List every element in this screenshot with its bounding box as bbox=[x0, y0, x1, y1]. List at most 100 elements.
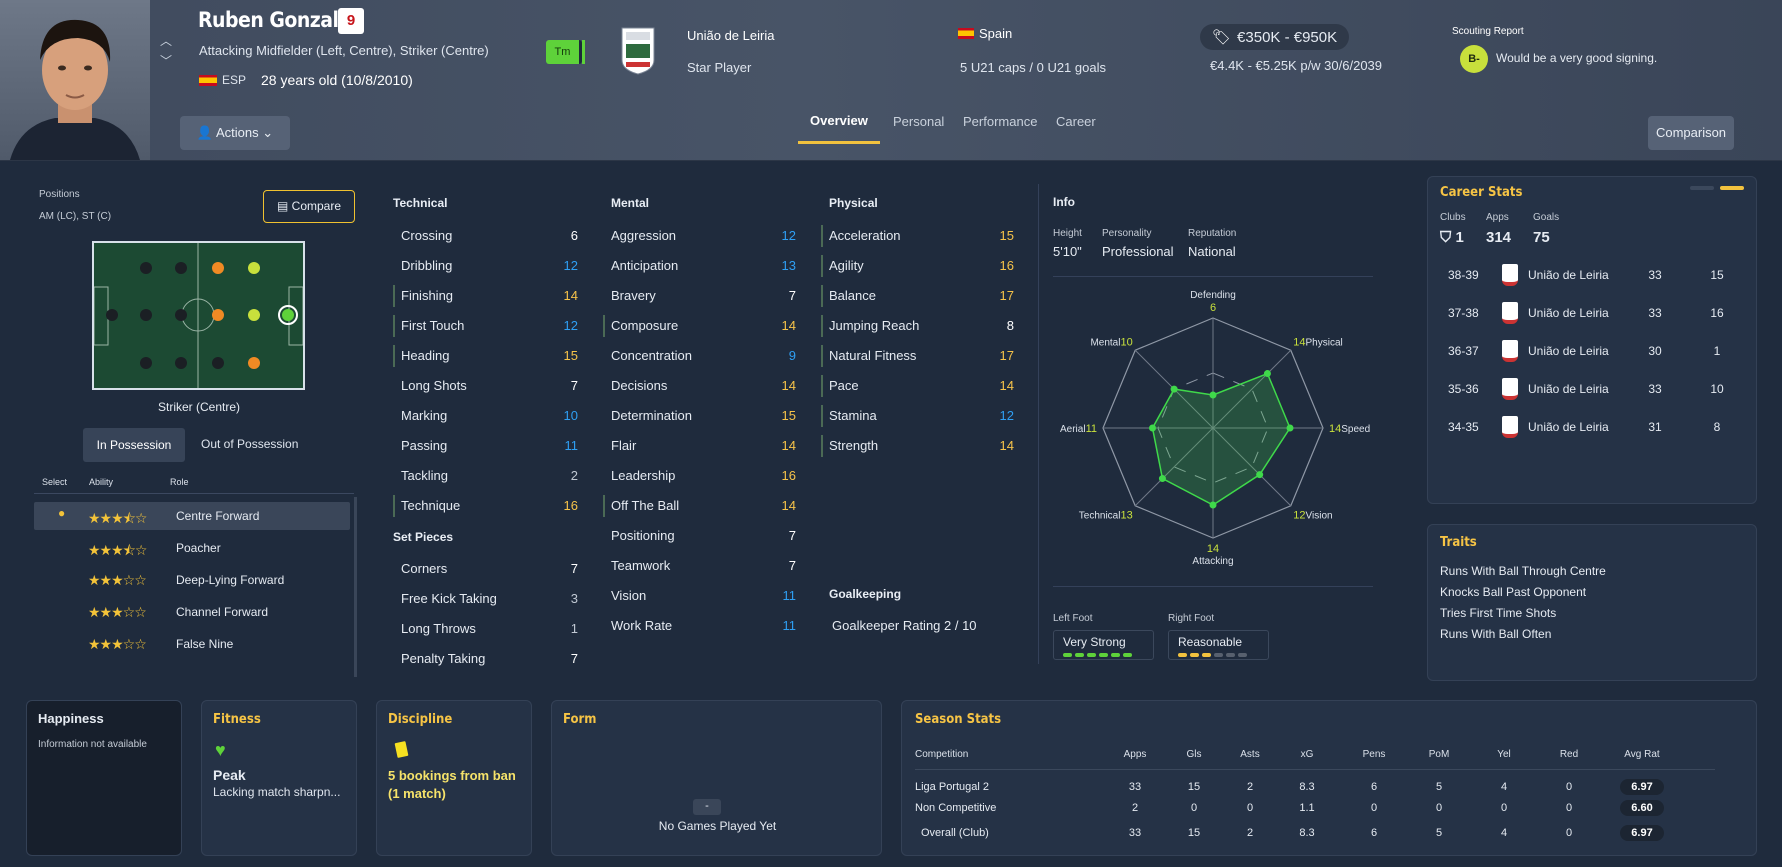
role-row[interactable]: ● ★★★⯪☆ Centre Forward bbox=[34, 502, 350, 530]
competition-name[interactable]: Non Competitive bbox=[915, 802, 996, 814]
attribute-row[interactable]: Off The Ball 14 bbox=[603, 493, 796, 519]
career-season-row[interactable]: 34-35 União de Leiria 31 8 bbox=[1440, 413, 1746, 443]
season-goals: 16 bbox=[1710, 306, 1724, 320]
attribute-row[interactable]: Determination 15 bbox=[603, 403, 796, 429]
attribute-row[interactable]: Aggression 12 bbox=[603, 223, 796, 249]
attribute-row[interactable]: Dribbling 12 bbox=[393, 253, 578, 279]
info-title: Info bbox=[1053, 195, 1075, 209]
attribute-row[interactable]: Natural Fitness 17 bbox=[821, 343, 1014, 369]
attribute-row[interactable]: Corners 7 bbox=[393, 556, 578, 582]
attribute-row[interactable]: Long Shots 7 bbox=[393, 373, 578, 399]
attribute-row[interactable]: Free Kick Taking 3 bbox=[393, 586, 578, 612]
attribute-name: Dribbling bbox=[401, 258, 453, 273]
attribute-row[interactable]: Decisions 14 bbox=[603, 373, 796, 399]
attribute-row[interactable]: Teamwork 7 bbox=[603, 553, 796, 579]
roles-scrollbar[interactable] bbox=[354, 497, 357, 677]
season-stat-cell: 15 bbox=[1187, 827, 1201, 839]
attribute-row[interactable]: Leadership 16 bbox=[603, 463, 796, 489]
career-season-row[interactable]: 35-36 União de Leiria 33 10 bbox=[1440, 375, 1746, 405]
info-sep-2 bbox=[1053, 586, 1373, 587]
transfer-value: €350K - €950K bbox=[1237, 29, 1338, 46]
attribute-row[interactable]: Technique 16 bbox=[393, 493, 578, 519]
attribute-row[interactable]: Finishing 14 bbox=[393, 283, 578, 309]
role-row[interactable]: ★★★☆☆ Channel Forward bbox=[34, 598, 309, 626]
competition-name[interactable]: Overall (Club) bbox=[921, 827, 989, 839]
role-row[interactable]: ★★★☆☆ False Nine bbox=[34, 630, 309, 658]
attribute-row[interactable]: Crossing 6 bbox=[393, 223, 578, 249]
attribute-row[interactable]: Long Throws 1 bbox=[393, 616, 578, 642]
club-crest-icon[interactable] bbox=[620, 26, 656, 76]
attribute-row[interactable]: Positioning 7 bbox=[603, 523, 796, 549]
season-stat-cell: 0 bbox=[1565, 802, 1573, 814]
role-name: False Nine bbox=[176, 637, 234, 651]
tab-personal[interactable]: Personal bbox=[893, 114, 944, 129]
fitness-text: Lacking match sharpn... bbox=[213, 785, 341, 799]
transfer-value-pill[interactable]: 🏷 €350K - €950K bbox=[1200, 24, 1350, 50]
height-value: 5'10" bbox=[1053, 244, 1082, 259]
info-sep-1 bbox=[1053, 276, 1373, 277]
attribute-row[interactable]: First Touch 12 bbox=[393, 313, 578, 339]
attribute-row[interactable]: Pace 14 bbox=[821, 373, 1014, 399]
attribute-row[interactable]: Bravery 7 bbox=[603, 283, 796, 309]
club-name[interactable]: União de Leiria bbox=[687, 28, 774, 43]
attribute-value: 2 bbox=[570, 468, 578, 483]
attribute-row[interactable]: Composure 14 bbox=[603, 313, 796, 339]
attribute-value: 14 bbox=[563, 288, 578, 303]
yellow-card-icon bbox=[394, 741, 409, 758]
carousel-dot[interactable] bbox=[1690, 186, 1714, 190]
role-row[interactable]: ★★★⯪☆ Poacher bbox=[34, 534, 309, 562]
competition-name[interactable]: Liga Portugal 2 bbox=[915, 781, 989, 793]
attribute-name: Free Kick Taking bbox=[401, 591, 497, 606]
attribute-name: Penalty Taking bbox=[401, 651, 486, 666]
career-season-row[interactable]: 37-38 União de Leiria 33 16 bbox=[1440, 299, 1746, 329]
country-name[interactable]: Spain bbox=[979, 26, 1012, 41]
career-season-row[interactable]: 36-37 União de Leiria 30 1 bbox=[1440, 337, 1746, 367]
attribute-row[interactable]: Agility 16 bbox=[821, 253, 1014, 279]
attribute-row[interactable]: Acceleration 15 bbox=[821, 223, 1014, 249]
role-stars: ★★★⯪☆ bbox=[88, 542, 147, 558]
comparison-button[interactable]: Comparison bbox=[1648, 116, 1734, 150]
attribute-row[interactable]: Jumping Reach 8 bbox=[821, 313, 1014, 339]
attribute-highlight-bar bbox=[393, 285, 395, 307]
attribute-value: 16 bbox=[563, 498, 578, 513]
carousel-dot-active[interactable] bbox=[1720, 186, 1744, 190]
career-season-row[interactable]: 38-39 União de Leiria 33 15 bbox=[1440, 261, 1746, 291]
tab-performance[interactable]: Performance bbox=[963, 114, 1037, 129]
radar-point bbox=[1256, 471, 1264, 479]
attribute-row[interactable]: Balance 17 bbox=[821, 283, 1014, 309]
scouting-report-title: Scouting Report bbox=[1452, 26, 1524, 37]
attribute-row[interactable]: Stamina 12 bbox=[821, 403, 1014, 429]
discipline-panel: Discipline 5 bookings from ban (1 match) bbox=[376, 700, 532, 856]
season-stat-cell: 0 bbox=[1190, 802, 1198, 814]
info-divider bbox=[1038, 184, 1039, 664]
attribute-row[interactable]: Work Rate 11 bbox=[603, 613, 796, 639]
season-stat-cell: 1.1 bbox=[1299, 802, 1315, 814]
previous-player-icon[interactable]: ︿ bbox=[160, 32, 172, 49]
in-possession-toggle[interactable]: In Possession bbox=[83, 428, 185, 462]
attribute-row[interactable]: Concentration 9 bbox=[603, 343, 796, 369]
attribute-row[interactable]: Heading 15 bbox=[393, 343, 578, 369]
attribute-row[interactable]: Passing 11 bbox=[393, 433, 578, 459]
attribute-name: Teamwork bbox=[611, 558, 671, 573]
goalkeeper-rating: Goalkeeper Rating 2 / 10 bbox=[832, 618, 977, 633]
fitness-panel: Fitness ♥ Peak Lacking match sharpn... bbox=[201, 700, 357, 856]
attribute-row[interactable]: Flair 14 bbox=[603, 433, 796, 459]
attribute-row[interactable]: Anticipation 13 bbox=[603, 253, 796, 279]
attribute-name: Stamina bbox=[829, 408, 877, 423]
tab-career[interactable]: Career bbox=[1056, 114, 1096, 129]
attribute-row[interactable]: Penalty Taking 7 bbox=[393, 646, 578, 672]
attribute-row[interactable]: Strength 14 bbox=[821, 433, 1014, 459]
role-row[interactable]: ★★★☆☆ Deep-Lying Forward bbox=[34, 566, 309, 594]
actions-button[interactable]: 👤 Actions ⌄ bbox=[180, 116, 290, 150]
attribute-row[interactable]: Tackling 2 bbox=[393, 463, 578, 489]
team-mate-badge[interactable]: Tm bbox=[546, 40, 582, 64]
compare-button[interactable]: ▤ Compare bbox=[263, 190, 355, 223]
attribute-highlight-bar bbox=[393, 315, 395, 337]
next-player-icon[interactable]: ﹀ bbox=[160, 52, 172, 69]
tab-overview[interactable]: Overview bbox=[810, 113, 868, 128]
attribute-name: Decisions bbox=[611, 378, 668, 393]
out-of-possession-toggle[interactable]: Out of Possession bbox=[201, 437, 298, 451]
attribute-value: 11 bbox=[782, 618, 797, 633]
attribute-row[interactable]: Vision 11 bbox=[603, 583, 796, 609]
attribute-row[interactable]: Marking 10 bbox=[393, 403, 578, 429]
